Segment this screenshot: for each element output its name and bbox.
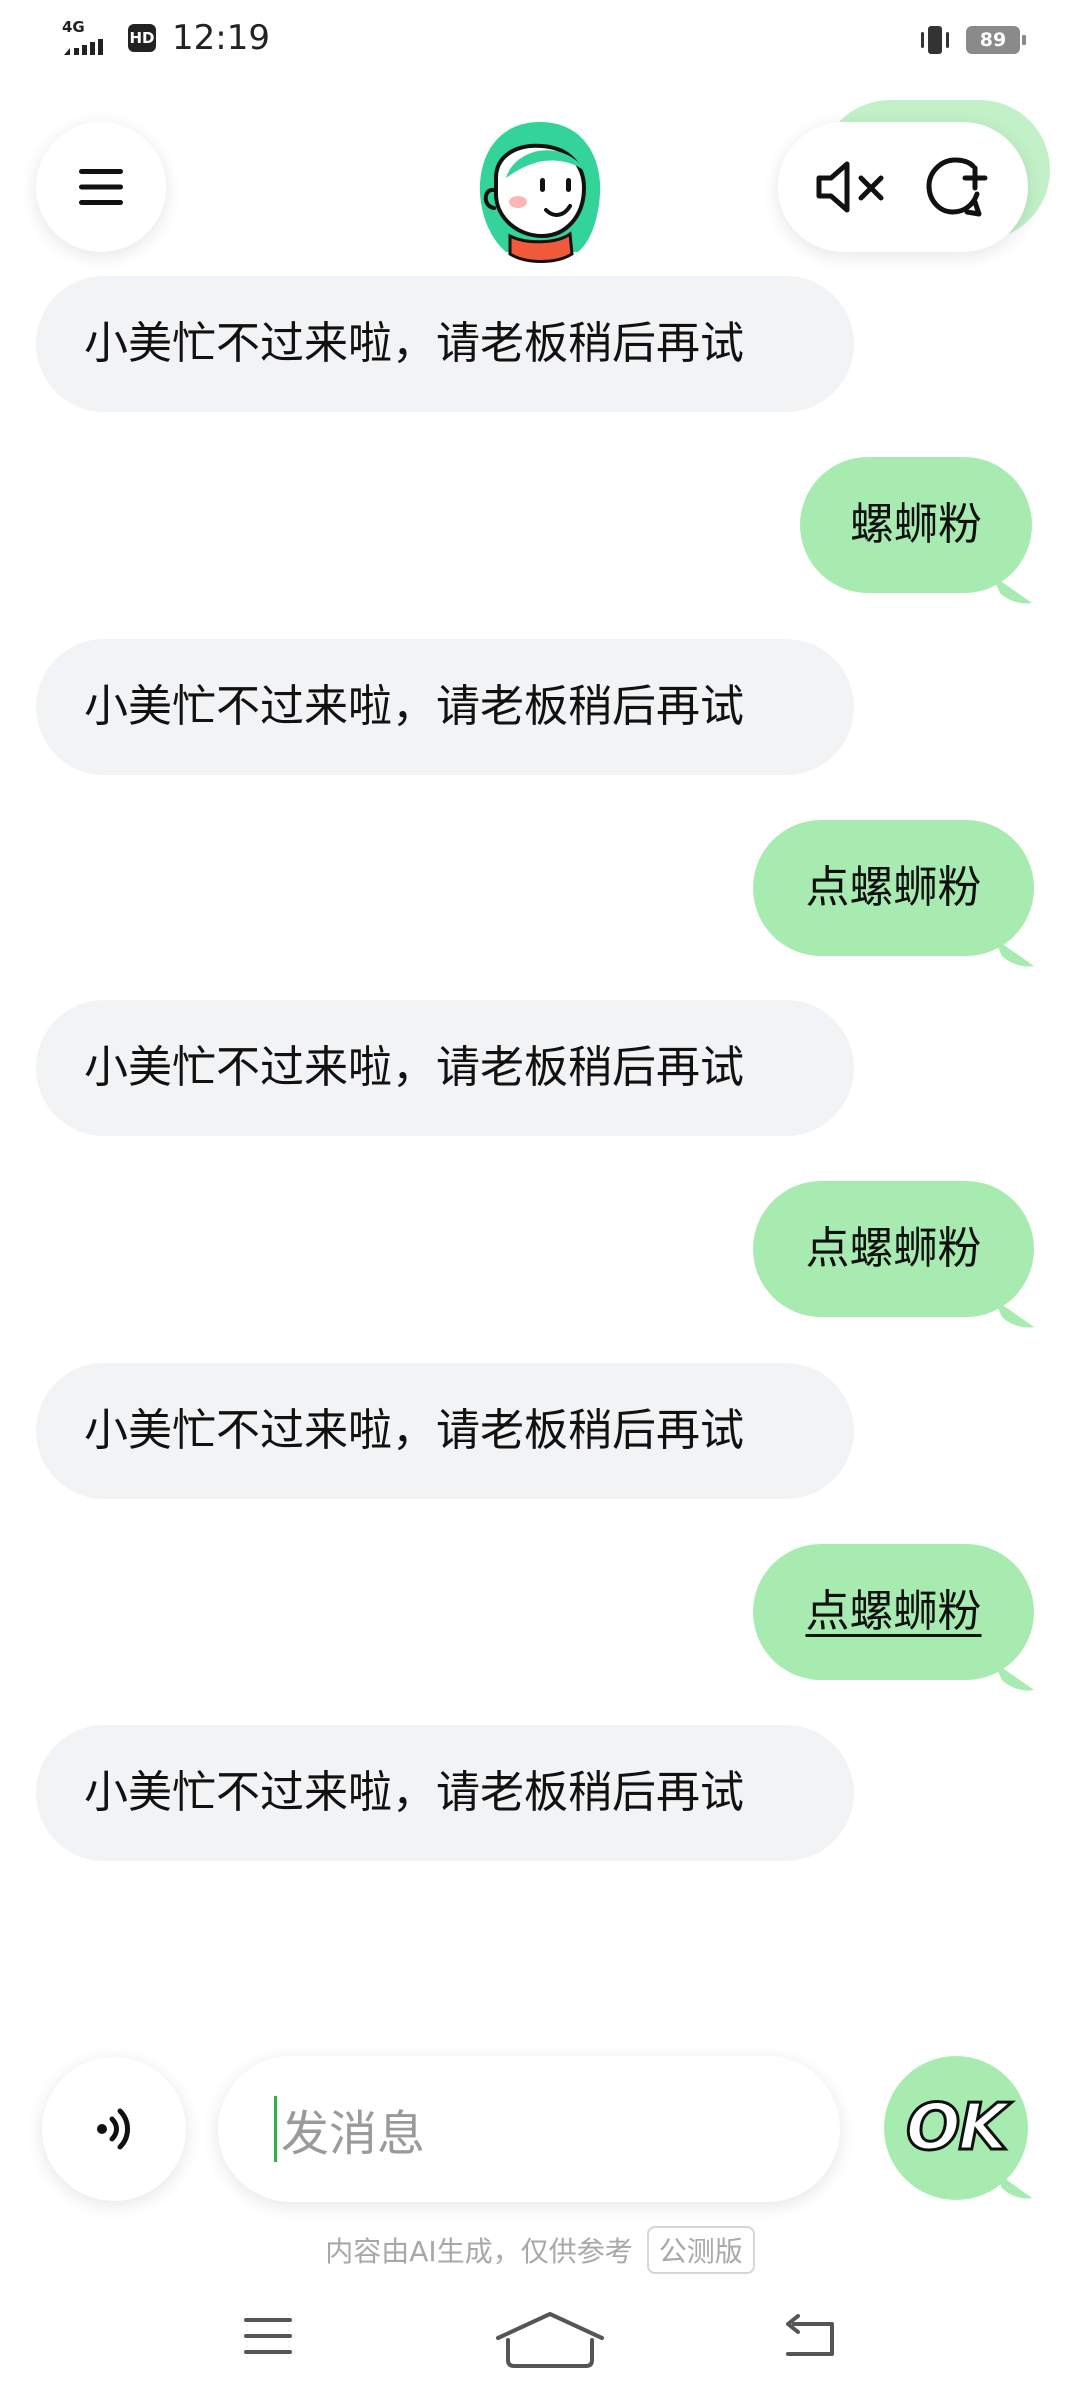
user-message-text: 点螺蛳粉 bbox=[805, 1586, 982, 1637]
header-actions bbox=[778, 122, 1028, 252]
message-input-placeholder: 发消息 bbox=[281, 2106, 426, 2162]
user-message[interactable]: 点螺蛳粉 bbox=[753, 1181, 1034, 1317]
user-message[interactable]: 点螺蛳粉 bbox=[753, 820, 1034, 956]
status-left: 4G HD 12:19 bbox=[62, 18, 270, 58]
ai-disclaimer: 内容由AI生成，仅供参考 公测版 bbox=[0, 2226, 1080, 2274]
home-icon[interactable] bbox=[492, 2310, 608, 2370]
bot-message[interactable]: 小美忙不过来啦，请老板稍后再试 bbox=[36, 639, 854, 775]
system-nav-bar bbox=[0, 2300, 1080, 2380]
menu-button[interactable] bbox=[36, 122, 166, 252]
new-chat-icon[interactable] bbox=[923, 154, 993, 220]
bot-message[interactable]: 小美忙不过来啦，请老板稍后再试 bbox=[36, 1363, 854, 1499]
text-caret bbox=[274, 2096, 277, 2162]
bubble-tail bbox=[994, 938, 1034, 967]
back-icon[interactable] bbox=[780, 2310, 840, 2362]
hd-icon: HD bbox=[128, 24, 156, 52]
clock: 12:19 bbox=[172, 18, 270, 58]
bubble-tail bbox=[992, 575, 1032, 604]
status-bar: 4G HD 12:19 89 bbox=[0, 0, 1080, 90]
network-type: 4G bbox=[62, 18, 85, 36]
bot-message[interactable]: 小美忙不过来啦，请老板稍后再试 bbox=[36, 276, 854, 412]
bubble-tail bbox=[994, 1662, 1034, 1691]
disclaimer-text: 内容由AI生成，仅供参考 bbox=[325, 2235, 633, 2268]
voice-input-button[interactable] bbox=[42, 2057, 186, 2201]
bot-message[interactable]: 小美忙不过来啦，请老板稍后再试 bbox=[36, 1725, 854, 1861]
bubble-tail bbox=[994, 1299, 1034, 1328]
signal-icon: 4G bbox=[62, 18, 112, 58]
bot-message[interactable]: 小美忙不过来啦，请老板稍后再试 bbox=[36, 1000, 854, 1136]
vibrate-icon bbox=[921, 26, 949, 54]
send-bubble-tail bbox=[996, 2172, 1032, 2199]
user-message-selected[interactable]: 点螺蛳粉 bbox=[753, 1544, 1034, 1680]
chat-screen: 4G HD 12:19 89 小美忙不过来啦，请老板稍后再试 螺蛳粉 小美忙不过… bbox=[0, 0, 1080, 2400]
beta-badge: 公测版 bbox=[646, 2226, 755, 2274]
message-input[interactable]: 发消息 bbox=[218, 2056, 840, 2202]
user-message[interactable]: 螺蛳粉 bbox=[800, 457, 1032, 593]
recent-apps-icon[interactable] bbox=[240, 2310, 296, 2362]
battery-icon: 89 bbox=[966, 26, 1026, 54]
menu-icon bbox=[79, 169, 123, 205]
avatar-icon[interactable] bbox=[466, 118, 614, 266]
voice-wave-icon bbox=[97, 2108, 130, 2150]
status-right: 89 bbox=[916, 24, 1026, 56]
mute-icon[interactable] bbox=[813, 156, 893, 218]
send-button-wrap: OK bbox=[884, 2056, 1044, 2206]
